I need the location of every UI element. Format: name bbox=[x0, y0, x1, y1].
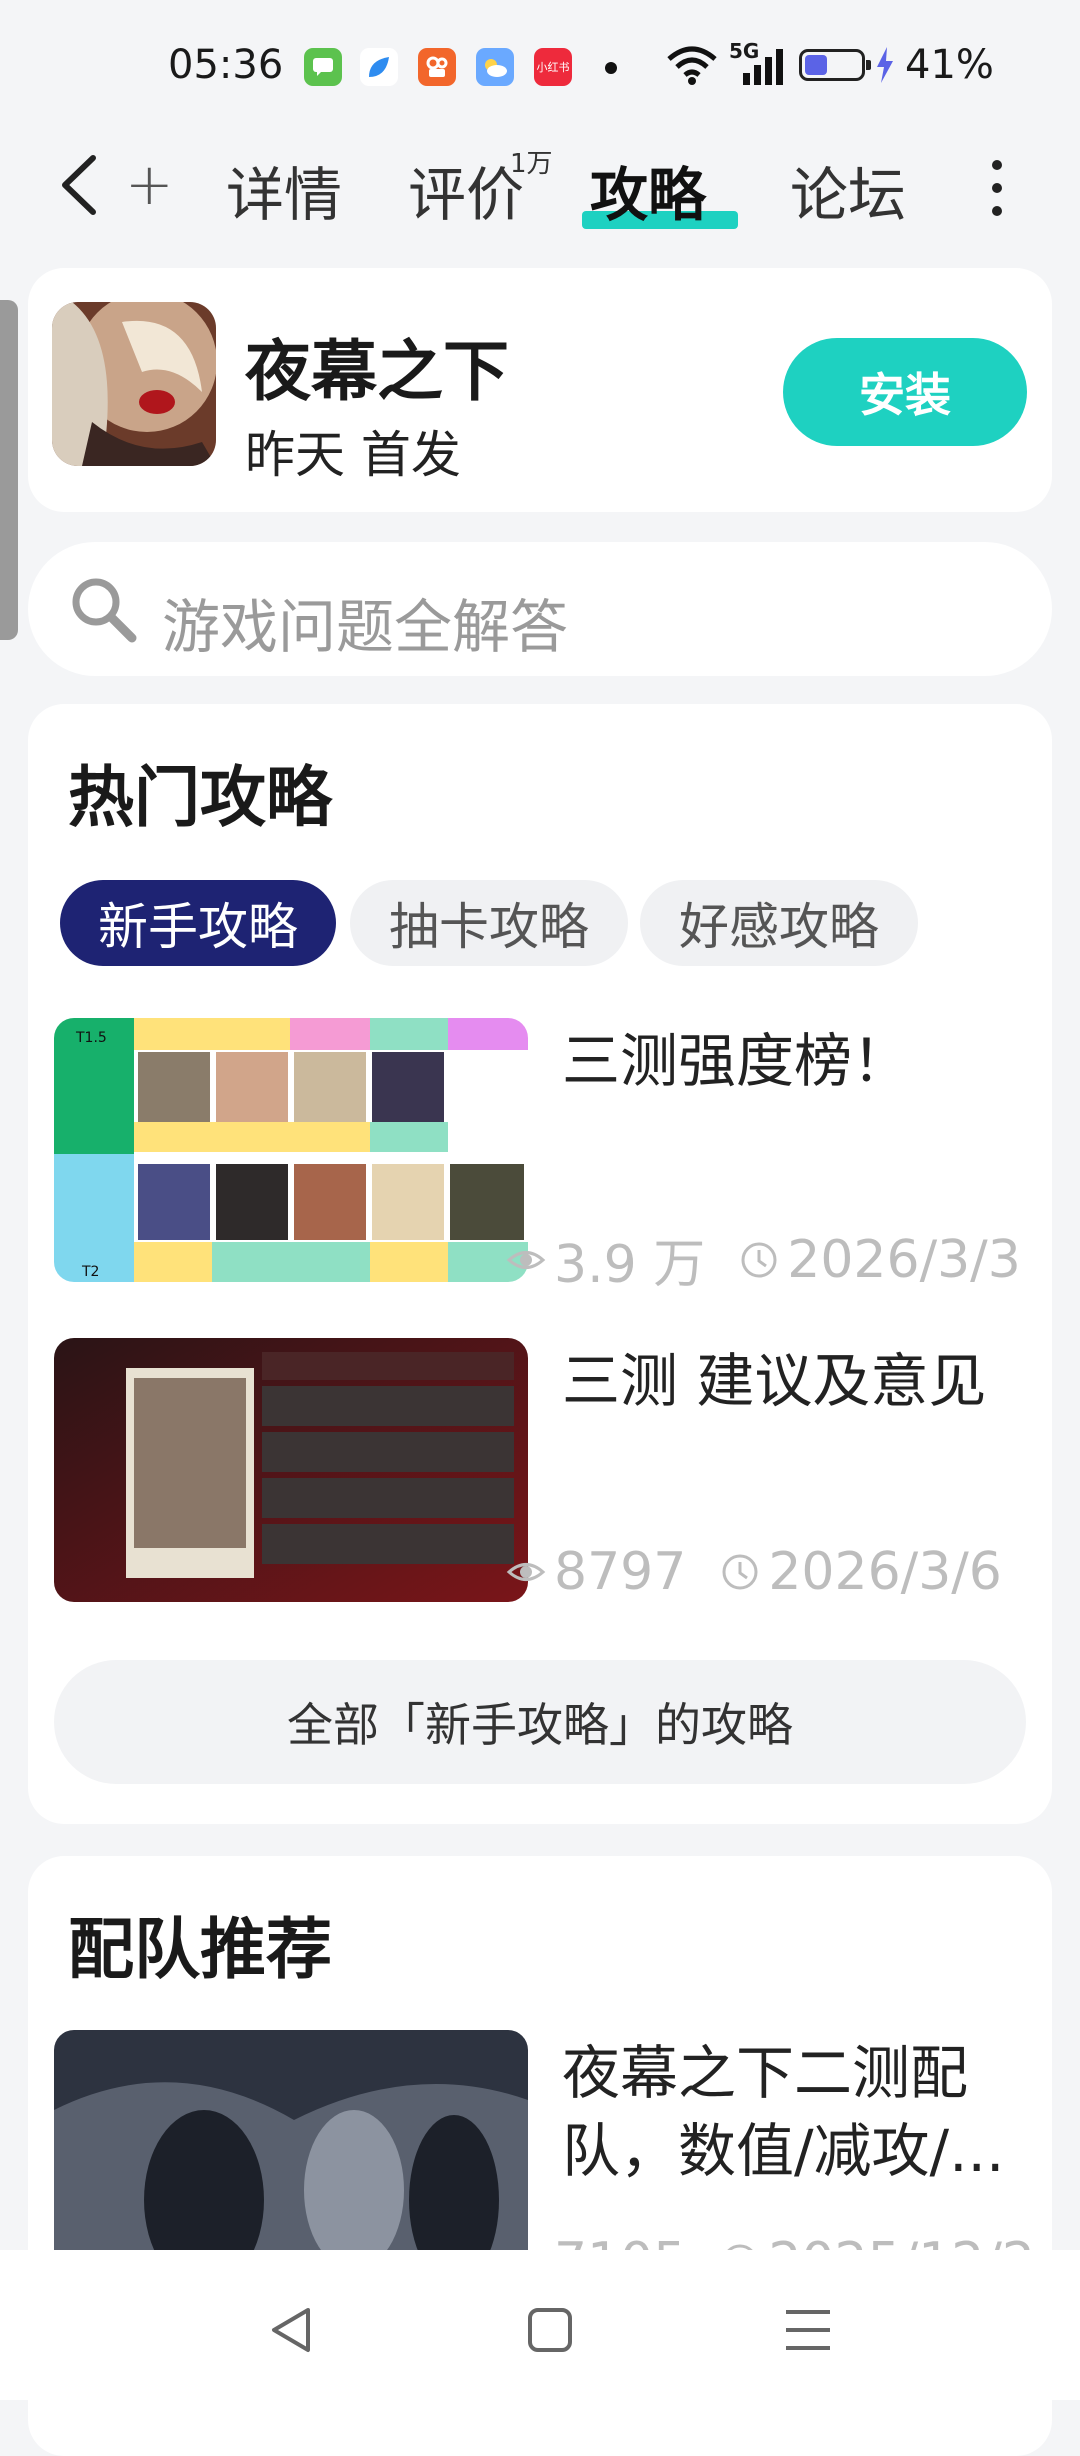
clock-icon bbox=[741, 1242, 777, 1277]
team-recommend-title: 配队推荐 bbox=[68, 1911, 332, 1988]
battery-icon bbox=[799, 49, 871, 81]
article-meta: 3.9 万 2026/3/3 bbox=[506, 1222, 1021, 1297]
xiaohongshu-app-icon: 小红书 bbox=[534, 48, 572, 86]
article-title[interactable]: 三测 建议及意见 bbox=[562, 1342, 1032, 1420]
kuaishou-app-icon bbox=[418, 48, 456, 86]
app-icon[interactable] bbox=[52, 302, 216, 466]
nav-back-icon[interactable] bbox=[262, 2300, 322, 2360]
charging-icon bbox=[877, 47, 893, 83]
install-button[interactable]: 安装 bbox=[783, 338, 1027, 446]
nav-menu-icon[interactable] bbox=[778, 2300, 838, 2360]
chip-beginner-guides[interactable]: 新手攻略 bbox=[60, 880, 336, 966]
tier-label-t15: T1.5 bbox=[75, 1030, 107, 1046]
wifi-icon bbox=[667, 46, 717, 85]
views-eye-icon bbox=[506, 1250, 546, 1269]
tier-label-t2: T2 bbox=[81, 1264, 99, 1280]
battery-percent: 41% bbox=[905, 42, 994, 88]
search-icon bbox=[72, 578, 137, 643]
article-views: 3.9 万 bbox=[554, 1235, 706, 1295]
messages-app-icon bbox=[304, 48, 342, 86]
reviews-count-badge: 1万 bbox=[510, 149, 553, 179]
article-thumbnail-tier-list[interactable]: T1.5 T2 bbox=[54, 1018, 528, 1282]
search-placeholder[interactable]: 游戏问题全解答 bbox=[162, 580, 568, 664]
tab-forum[interactable]: 论坛 bbox=[790, 148, 906, 232]
app-name: 夜幕之下 bbox=[245, 333, 509, 410]
team-article-title[interactable]: 夜幕之下二测配队，数值/减攻/... bbox=[562, 2034, 1032, 2191]
add-icon[interactable]: + bbox=[125, 150, 174, 218]
more-options-icon[interactable] bbox=[990, 160, 1004, 216]
tab-details[interactable]: 详情 bbox=[226, 148, 342, 232]
notification-dot-icon bbox=[605, 62, 617, 74]
all-beginner-guides-button[interactable]: 全部「新手攻略」的攻略 bbox=[54, 1660, 1026, 1784]
chip-gacha-guides[interactable]: 抽卡攻略 bbox=[350, 880, 628, 966]
side-scroll-handle[interactable] bbox=[0, 300, 18, 640]
status-bar: 05:36 小红书 5G 41% bbox=[0, 0, 1080, 130]
app-release-info: 昨天 首发 bbox=[245, 426, 461, 484]
article-date: 2026/3/3 bbox=[787, 1229, 1021, 1290]
tab-guides[interactable]: 攻略 bbox=[590, 148, 706, 232]
article-title[interactable]: 三测强度榜！ bbox=[562, 1022, 1032, 1100]
weather-app-icon bbox=[476, 48, 514, 86]
article-thumbnail-feedback[interactable] bbox=[54, 1338, 528, 1602]
article-meta: 8797 2026/3/6 bbox=[506, 1542, 1002, 1602]
status-right: 5G 41% bbox=[665, 39, 994, 90]
clock-icon bbox=[722, 1554, 758, 1590]
hot-guides-title: 热门攻略 bbox=[68, 759, 332, 836]
views-eye-icon bbox=[506, 1563, 546, 1581]
browser-app-icon bbox=[360, 48, 398, 86]
nav-home-icon[interactable] bbox=[520, 2300, 580, 2360]
tab-reviews[interactable]: 评价 bbox=[408, 148, 524, 232]
chip-affection-guides[interactable]: 好感攻略 bbox=[640, 880, 918, 966]
status-time: 05:36 bbox=[168, 42, 284, 88]
article-views: 8797 bbox=[554, 1542, 687, 1602]
signal-icon: 5G bbox=[729, 39, 789, 87]
article-date: 2026/3/6 bbox=[768, 1542, 1002, 1602]
back-arrow-icon[interactable] bbox=[55, 150, 115, 220]
